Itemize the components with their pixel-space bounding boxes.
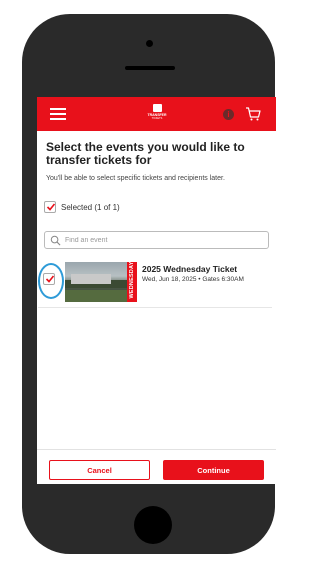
search-box[interactable] — [44, 231, 269, 249]
app-screen: TRANSFER TICKETS i Select the events you… — [37, 97, 276, 484]
checkmark-icon — [46, 203, 56, 211]
event-name: 2025 Wednesday Ticket — [142, 264, 238, 274]
brand-logo[interactable]: TRANSFER TICKETS — [143, 104, 171, 124]
cart-icon[interactable] — [245, 106, 261, 122]
info-icon[interactable]: i — [223, 109, 234, 120]
selected-count-label: Selected (1 of 1) — [61, 202, 120, 212]
camera-dot — [146, 40, 153, 47]
page-title: Select the events you would like to tran… — [46, 140, 245, 167]
continue-button[interactable]: Continue — [163, 460, 264, 480]
cancel-button[interactable]: Cancel — [49, 460, 150, 480]
page-subtitle: You'll be able to select specific ticket… — [46, 175, 225, 182]
top-navigation-bar: TRANSFER TICKETS i — [37, 97, 276, 131]
action-bar: Cancel Continue — [37, 449, 276, 484]
select-all-checkbox[interactable] — [44, 201, 56, 213]
ribbon-label: WEDNESDAY — [129, 261, 135, 299]
event-checkbox[interactable] — [43, 273, 55, 285]
logo-line-2: TICKETS — [151, 117, 163, 120]
home-button[interactable] — [134, 506, 172, 544]
hamburger-menu-icon[interactable] — [50, 108, 66, 120]
checkmark-icon — [45, 275, 55, 283]
search-icon — [50, 235, 61, 245]
event-card[interactable]: WEDNESDAY 2025 Wednesday Ticket Wed, Jun… — [38, 257, 272, 308]
select-all-row[interactable]: Selected (1 of 1) — [44, 201, 120, 213]
search-input[interactable] — [65, 236, 255, 244]
event-date: Wed, Jun 18, 2025 • Gates 6:30AM — [142, 276, 244, 283]
event-day-ribbon: WEDNESDAY — [127, 261, 137, 302]
speaker-slot — [125, 66, 175, 70]
